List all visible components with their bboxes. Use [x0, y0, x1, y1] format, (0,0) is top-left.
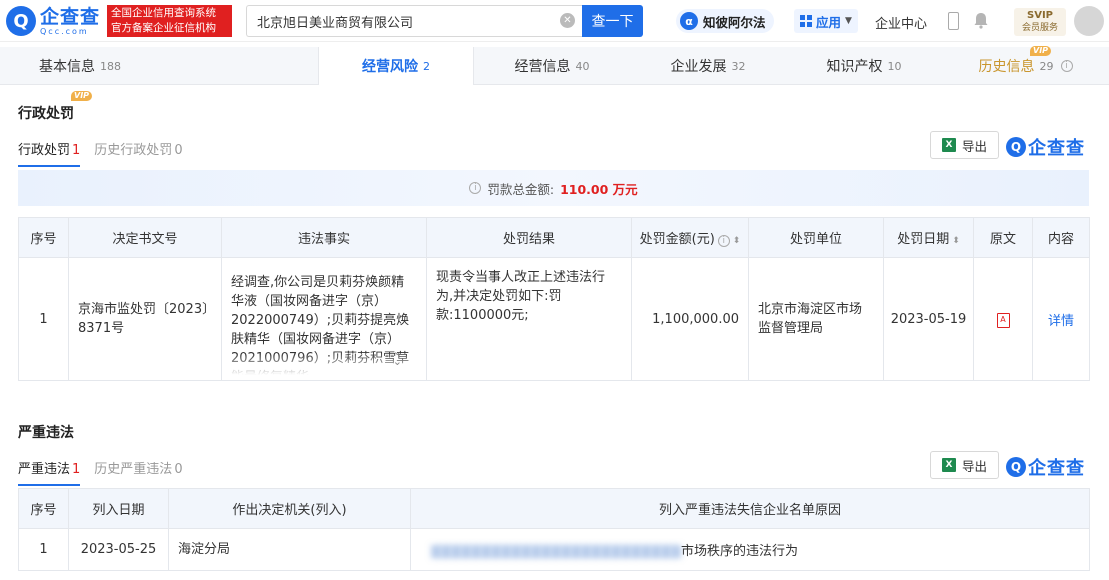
mobile-icon[interactable]	[948, 12, 959, 30]
vip-badge: VIP	[1030, 46, 1052, 56]
row-facts-cell: 经调查,你公司是贝莉芬焕颜精华液（国妆网备进字（京）2022000749）;贝莉…	[221, 257, 427, 381]
expand-icon[interactable]: ⌄ ⌄	[393, 346, 402, 367]
section-title-serious-violation: 严重违法	[18, 425, 74, 441]
row-authority: 海淀分局	[168, 528, 411, 571]
main-tabs: 基本信息 188 经营风险 2 经营信息 40 企业发展 32 知识产权 10 历史信息 2…	[0, 46, 1109, 85]
top-bar: Q 企查查 Qcc.com 全国企业信用查询系统 官方备案企业征信机构 ✕ 查一…	[0, 0, 1109, 42]
avatar[interactable]	[1074, 6, 1104, 36]
tab-operating-risk[interactable]: 经营风险 2	[318, 47, 474, 85]
enterprise-center-link[interactable]: 企业中心	[875, 13, 927, 32]
serious-violation-subtabs: 严重违法 1 历史严重违法 0	[18, 458, 197, 486]
col-list-date: 列入日期	[68, 488, 169, 529]
subtab-admin-penalty-history[interactable]: 历史行政处罚 0	[94, 139, 182, 167]
info-icon[interactable]: i	[1060, 60, 1073, 72]
tab-history[interactable]: 历史信息 29 i VIP	[942, 46, 1109, 85]
export-button[interactable]: X 导出	[930, 451, 999, 479]
table-header-row: 序号 列入日期 作出决定机关(列入) 列入严重违法失信企业名单原因	[18, 488, 1090, 529]
tab-operating-info[interactable]: 经营信息 40	[474, 47, 630, 85]
vip-badge: VIP	[71, 91, 93, 101]
row-doc-no: 京海市监处罚〔2023〕8371号	[68, 257, 222, 381]
excel-icon: X	[941, 458, 956, 472]
col-result: 处罚结果	[426, 217, 632, 258]
tab-development[interactable]: 企业发展 32	[630, 47, 786, 85]
bell-icon[interactable]	[973, 12, 989, 29]
col-authority: 作出决定机关(列入)	[168, 488, 411, 529]
sort-icon[interactable]: ⬍	[733, 236, 741, 246]
logo-name: 企查查	[40, 5, 101, 28]
table-row: 1 2023-05-25 海淀分局 ▇▇▇▇▇▇▇▇▇▇▇▇▇▇▇▇▇▇▇▇▇▇…	[18, 528, 1090, 571]
qcc-watermark-logo: Q 企查查	[1006, 454, 1085, 480]
col-original: 原文	[973, 217, 1033, 258]
subtab-admin-penalty[interactable]: 行政处罚 1	[18, 139, 81, 167]
row-index: 1	[18, 528, 69, 571]
col-index: 序号	[18, 217, 69, 258]
admin-penalty-table: 序号 决定书文号 违法事实 处罚结果 处罚金额(元) i ⬍ 处罚单位 处罚日期 ⬍ …	[18, 217, 1090, 381]
fine-total-bar: i 罚款总金额: 110.00 万元	[18, 170, 1089, 206]
row-unit: 北京市海淀区市场监督管理局	[748, 257, 884, 381]
table-row: 1 京海市监处罚〔2023〕8371号 经调查,你公司是贝莉芬焕颜精华液（国妆网…	[18, 257, 1090, 381]
excel-icon: X	[941, 138, 956, 152]
col-amount[interactable]: 处罚金额(元) i ⬍	[631, 217, 749, 258]
row-date: 2023-05-19	[883, 257, 974, 381]
alpha-icon: α	[680, 12, 698, 30]
row-index: 1	[18, 257, 69, 381]
svip-badge[interactable]: SVIP 会员服务	[1014, 8, 1066, 36]
credential-badge: 全国企业信用查询系统 官方备案企业征信机构	[107, 5, 232, 37]
col-unit: 处罚单位	[748, 217, 884, 258]
subtab-serious-violation[interactable]: 严重违法 1	[18, 458, 81, 486]
logo-domain: Qcc.com	[40, 26, 89, 36]
section-title-admin-penalty: 行政处罚	[18, 106, 74, 122]
apps-menu-button[interactable]: 应用 ▼	[794, 9, 858, 33]
grid-icon	[800, 15, 812, 27]
sort-icon[interactable]: ⬍	[952, 236, 960, 246]
search-button[interactable]: 查一下	[582, 5, 643, 37]
qcc-watermark-logo: Q 企查查	[1006, 134, 1085, 160]
col-doc-no: 决定书文号	[68, 217, 222, 258]
col-reason: 列入严重违法失信企业名单原因	[410, 488, 1090, 529]
blurred-text: ▇▇▇▇▇▇▇▇▇▇▇▇▇▇▇▇▇▇▇▇▇▇▇▇▇	[431, 544, 681, 559]
serious-violation-table: 序号 列入日期 作出决定机关(列入) 列入严重违法失信企业名单原因 1 2023…	[18, 488, 1090, 571]
col-facts: 违法事实	[221, 217, 427, 258]
row-amount: 1,100,000.00	[631, 257, 749, 381]
admin-penalty-subtabs: 行政处罚 1 历史行政处罚 0	[18, 139, 197, 167]
export-button[interactable]: X 导出	[930, 131, 999, 159]
zhibo-alpha-button[interactable]: α 知彼阿尔法	[676, 9, 774, 33]
tab-ip[interactable]: 知识产权 10	[786, 47, 942, 85]
col-content: 内容	[1032, 217, 1090, 258]
subtab-serious-violation-history[interactable]: 历史严重违法 0	[94, 458, 182, 486]
detail-link[interactable]: 详情	[1048, 314, 1074, 329]
logo-mark-icon: Q	[6, 6, 36, 36]
caret-down-icon: ▼	[845, 16, 852, 26]
col-date[interactable]: 处罚日期 ⬍	[883, 217, 974, 258]
row-result: 现责令当事人改正上述违法行为,并决定处罚如下:罚款:1100000元;	[426, 257, 632, 381]
qcc-logo-icon: Q	[1006, 137, 1026, 157]
info-icon[interactable]: i	[717, 235, 730, 247]
pdf-icon[interactable]: A	[996, 312, 1010, 328]
info-icon: i	[469, 182, 482, 194]
row-list-date: 2023-05-25	[68, 528, 169, 571]
fine-total-amount: 110.00 万元	[560, 181, 638, 197]
col-index: 序号	[18, 488, 69, 529]
table-header-row: 序号 决定书文号 违法事实 处罚结果 处罚金额(元) i ⬍ 处罚单位 处罚日期 ⬍ …	[18, 217, 1090, 258]
qcc-logo-icon: Q	[1006, 457, 1026, 477]
search-input[interactable]	[246, 5, 582, 37]
tab-basic-info[interactable]: 基本信息 188	[0, 47, 160, 85]
site-logo[interactable]: Q 企查查 Qcc.com	[6, 6, 100, 36]
row-reason: ▇▇▇▇▇▇▇▇▇▇▇▇▇▇▇▇▇▇▇▇▇▇▇▇▇市场秩序的违法行为	[410, 528, 1090, 571]
clear-search-icon[interactable]: ✕	[560, 13, 575, 28]
